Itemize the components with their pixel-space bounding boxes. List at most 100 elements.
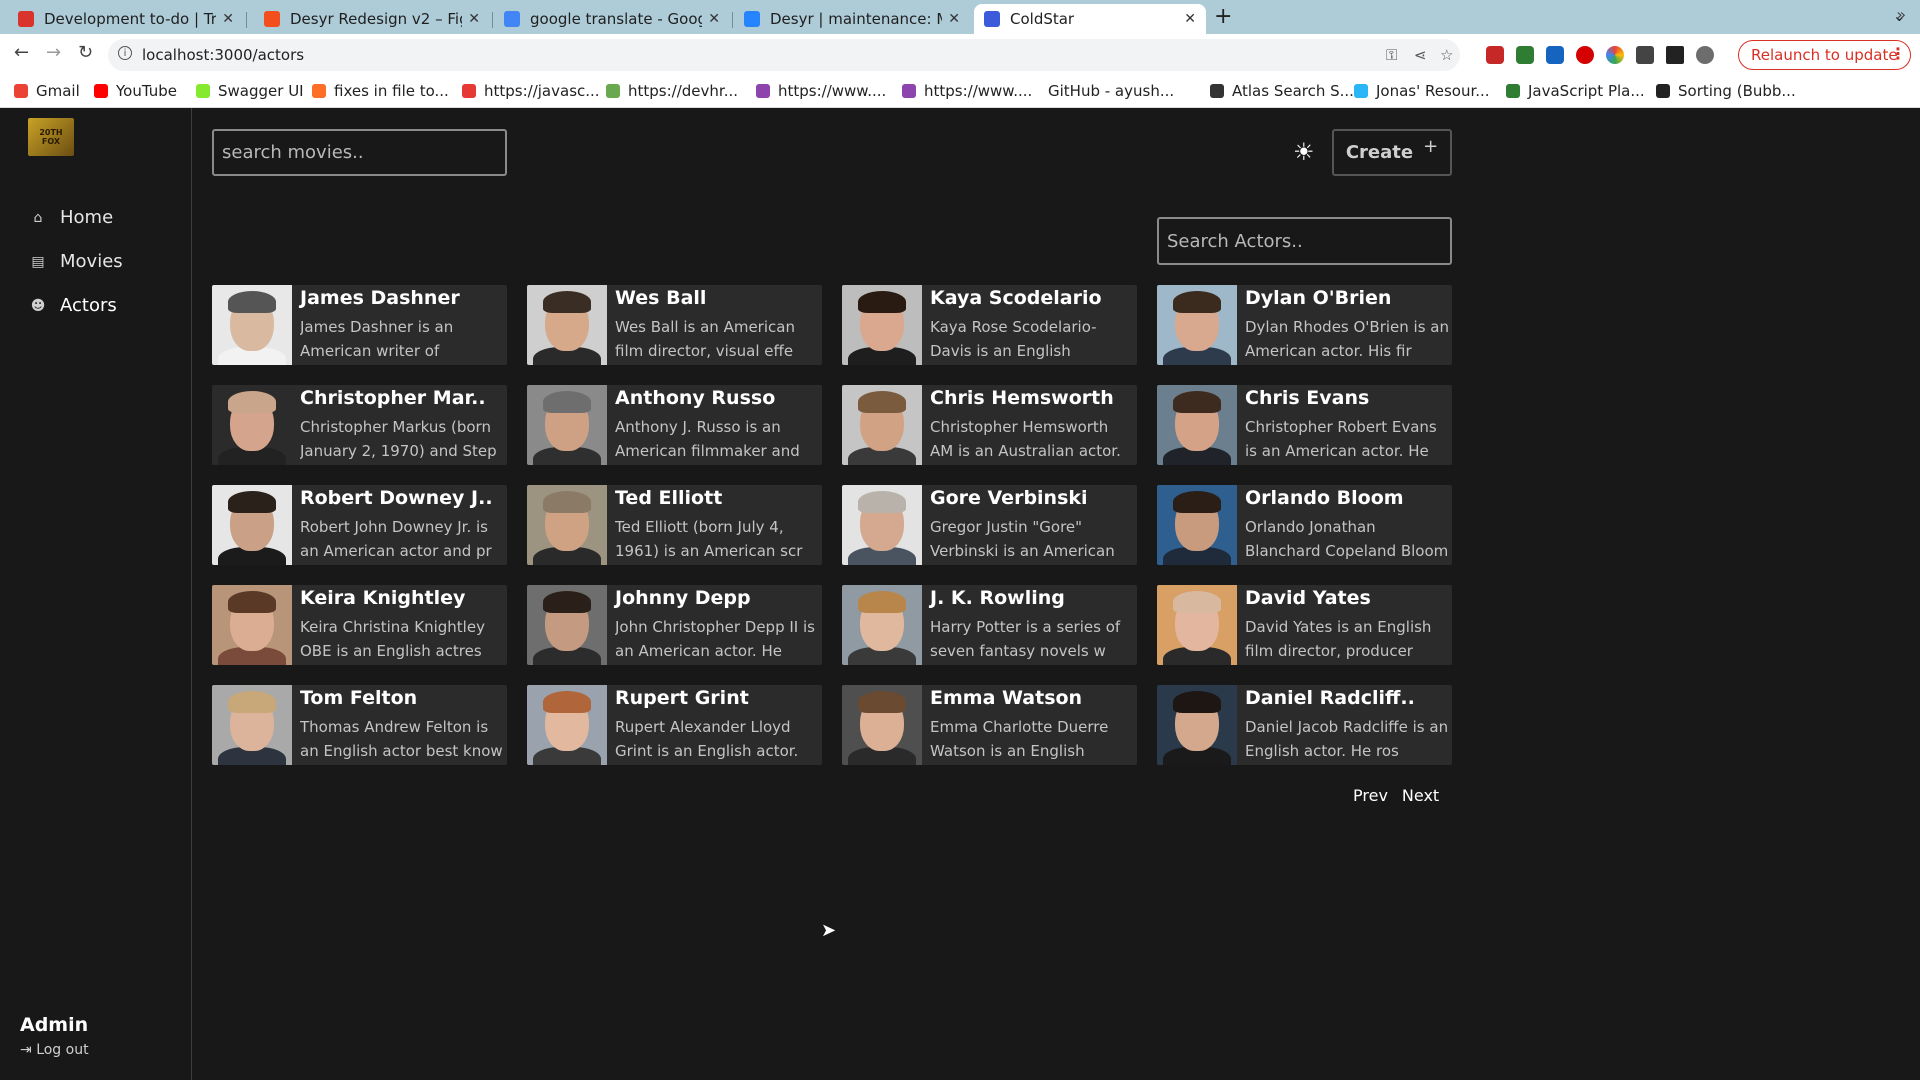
actor-photo — [527, 685, 607, 765]
actor-card[interactable]: Wes Ball Wes Ball is an American film dir… — [527, 285, 822, 365]
close-tab-icon[interactable]: ✕ — [948, 11, 960, 27]
actor-name: Chris Evans — [1245, 387, 1370, 409]
jira-icon — [744, 11, 760, 27]
actor-card[interactable]: Orlando Bloom Orlando Jonathan Blanchard … — [1157, 485, 1452, 565]
browser-tab[interactable]: google translate - Google ✕ — [494, 4, 730, 34]
search-actors-input[interactable] — [1157, 217, 1452, 265]
bookmark-item[interactable]: https://www.... — [902, 82, 1032, 100]
actor-card[interactable]: Tom Felton Thomas Andrew Felton is an Eng… — [212, 685, 507, 765]
bookmark-item[interactable]: https://javasc... — [462, 82, 600, 100]
bookmark-label: https://www.... — [778, 82, 887, 100]
relaunch-to-update-button[interactable]: Relaunch to update — [1738, 40, 1911, 70]
opera-extension-icon[interactable] — [1576, 46, 1594, 64]
bookmark-item[interactable]: Swagger UI — [196, 82, 304, 100]
sidebar: 20TH FOX ⌂ Home ▤ Movies ☻ Actors Admin ⇥ Log … — [0, 108, 192, 1080]
actor-card[interactable]: James Dashner James Dashner is an America… — [212, 285, 507, 365]
actor-card[interactable]: Robert Downey J.. Robert John Downey Jr. … — [212, 485, 507, 565]
actor-card[interactable]: Rupert Grint Rupert Alexander Lloyd Grint… — [527, 685, 822, 765]
close-tab-icon[interactable]: ✕ — [708, 11, 720, 27]
chrome-menu-icon[interactable]: ⋮ — [1890, 44, 1906, 63]
browser-tab[interactable]: ColdStar ✕ — [974, 4, 1206, 34]
actor-photo-hair — [1173, 291, 1221, 313]
key-icon[interactable]: ⚿ — [1386, 46, 1397, 64]
bookmark-favicon-icon — [14, 84, 28, 98]
bookmark-item[interactable]: https://www.... — [756, 82, 886, 100]
actor-card[interactable]: Chris Evans Christopher Robert Evans is a… — [1157, 385, 1452, 465]
actor-card[interactable]: Anthony Russo Anthony J. Russo is an Amer… — [527, 385, 822, 465]
nav-item-movies[interactable]: ▤ Movies — [28, 251, 123, 272]
prev-page-button[interactable]: Prev — [1353, 786, 1388, 805]
actor-name: Wes Ball — [615, 287, 707, 309]
actor-photo-hair — [228, 491, 276, 513]
actor-card[interactable]: Dylan O'Brien Dylan Rhodes O'Brien is an … — [1157, 285, 1452, 365]
bookmark-item[interactable]: GitHub - ayush... — [1048, 82, 1174, 100]
bookmark-star-icon[interactable]: ☆ — [1440, 46, 1453, 64]
actor-photo-hair — [228, 391, 276, 413]
bookmark-item[interactable]: Atlas Search S... — [1210, 82, 1354, 100]
close-tab-icon[interactable]: ✕ — [468, 11, 480, 27]
app-logo[interactable]: 20TH FOX — [28, 118, 74, 156]
actor-photo — [527, 585, 607, 665]
bookmark-item[interactable]: fixes in file to... — [312, 82, 449, 100]
extension-icon[interactable] — [1486, 46, 1504, 64]
bookmarks-overflow-icon[interactable]: » — [1896, 5, 1906, 24]
close-tab-icon[interactable]: ✕ — [1184, 11, 1196, 27]
bookmark-item[interactable]: Sorting (Bubb... — [1656, 82, 1796, 100]
actor-name: James Dashner — [300, 287, 460, 309]
bookmark-item[interactable]: Jonas' Resour... — [1354, 82, 1490, 100]
actor-photo-hair — [1173, 591, 1221, 613]
actor-card[interactable]: J. K. Rowling Harry Potter is a series of… — [842, 585, 1137, 665]
actor-bio: Daniel Jacob Radcliffe is an English act… — [1245, 718, 1449, 760]
site-info-icon[interactable]: i — [118, 46, 132, 60]
close-tab-icon[interactable]: ✕ — [222, 11, 234, 27]
back-icon[interactable]: ← — [14, 42, 29, 63]
actor-card[interactable]: Daniel Radcliff.. Daniel Jacob Radcliffe … — [1157, 685, 1452, 765]
actor-card[interactable]: Christopher Mar.. Christopher Markus (bor… — [212, 385, 507, 465]
actor-name: Kaya Scodelario — [930, 287, 1102, 309]
nav-item-label: Movies — [60, 251, 123, 272]
search-movies-input[interactable] — [212, 129, 507, 176]
next-page-button[interactable]: Next — [1402, 786, 1439, 805]
actor-card[interactable]: Kaya Scodelario Kaya Rose Scodelario-Davi… — [842, 285, 1137, 365]
actor-photo — [842, 685, 922, 765]
bookmark-item[interactable]: YouTube — [94, 82, 177, 100]
bookmark-label: YouTube — [116, 82, 177, 100]
actor-card[interactable]: Emma Watson Emma Charlotte Duerre Watson … — [842, 685, 1137, 765]
address-bar[interactable]: i localhost:3000/actors ⚿ ⋖ ☆ — [108, 39, 1460, 71]
actor-photo — [1157, 585, 1237, 665]
actor-photo — [527, 285, 607, 365]
bookmark-item[interactable]: https://devhr... — [606, 82, 738, 100]
extension-icon[interactable] — [1546, 46, 1564, 64]
actor-card[interactable]: Ted Elliott Ted Elliott (born July 4, 196… — [527, 485, 822, 565]
actor-bio: Christopher Markus (born January 2, 1970… — [300, 418, 497, 460]
actor-card[interactable]: Gore Verbinski Gregor Justin "Gore" Verbi… — [842, 485, 1137, 565]
nav-item-actors[interactable]: ☻ Actors — [28, 295, 117, 316]
actor-name: Johnny Depp — [615, 587, 751, 609]
forward-icon[interactable]: → — [46, 42, 61, 63]
extension-icon[interactable] — [1516, 46, 1534, 64]
bookmark-item[interactable]: Gmail — [14, 82, 80, 100]
profile-avatar[interactable] — [1696, 46, 1714, 64]
bookmark-favicon-icon — [196, 84, 210, 98]
browser-tab[interactable]: Desyr Redesign v2 – Figm ✕ — [254, 4, 490, 34]
theme-toggle-sun-icon[interactable]: ☀ — [1293, 138, 1315, 166]
nav-item-home[interactable]: ⌂ Home — [28, 207, 114, 228]
app-root: 20TH FOX ⌂ Home ▤ Movies ☻ Actors Admin ⇥ Log … — [0, 108, 1920, 1080]
extensions-puzzle-icon[interactable] — [1636, 46, 1654, 64]
browser-tab[interactable]: Desyr | maintenance: Mai ✕ — [734, 4, 970, 34]
actor-card[interactable]: Chris Hemsworth Christopher Hemsworth AM … — [842, 385, 1137, 465]
browser-tab[interactable]: Development to-do | Trel ✕ — [8, 4, 244, 34]
reload-icon[interactable]: ↻ — [78, 42, 93, 63]
actor-card[interactable]: Keira Knightley Keira Christina Knightley… — [212, 585, 507, 665]
color-extension-icon[interactable] — [1606, 46, 1624, 64]
logout-link[interactable]: ⇥ Log out — [20, 1042, 89, 1058]
side-panel-icon[interactable] — [1666, 46, 1684, 64]
actor-photo-hair — [858, 291, 906, 313]
actor-card[interactable]: David Yates David Yates is an English fil… — [1157, 585, 1452, 665]
create-button[interactable]: Create + — [1332, 129, 1452, 176]
bookmark-item[interactable]: JavaScript Pla... — [1506, 82, 1645, 100]
new-tab-button[interactable]: + — [1214, 4, 1232, 29]
share-icon[interactable]: ⋖ — [1414, 46, 1427, 64]
actor-card[interactable]: Johnny Depp John Christopher Depp II is a… — [527, 585, 822, 665]
actor-bio: Emma Charlotte Duerre Watson is an Engli… — [930, 718, 1109, 760]
